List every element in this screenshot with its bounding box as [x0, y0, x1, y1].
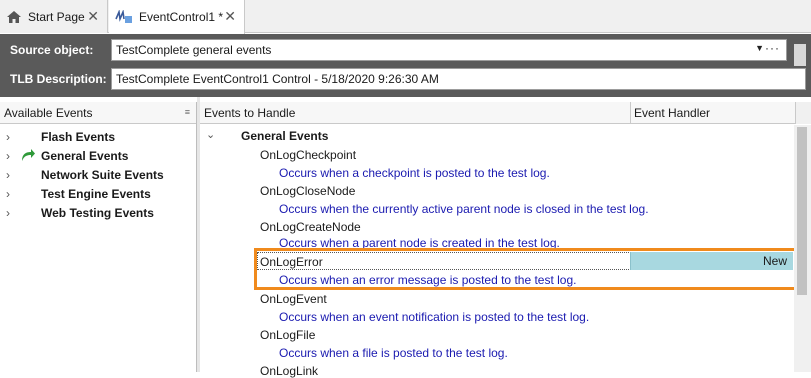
header-scrollbar[interactable]: [794, 44, 806, 66]
source-object-value: TestComplete general events: [116, 43, 272, 57]
event-handler-column-header[interactable]: Event Handler: [630, 102, 710, 124]
document-tab-strip: Start Page ✕ EventControl1 * ✕: [0, 0, 811, 34]
sort-icon[interactable]: ≡: [185, 107, 190, 117]
tree-item-label: Network Suite Events: [41, 168, 164, 182]
event-name[interactable]: OnLogCreateNode: [260, 220, 361, 234]
green-arrow-icon: [20, 148, 36, 167]
tree-item-network-suite-events[interactable]: › Network Suite Events: [0, 166, 196, 185]
events-to-handle-panel: Events to Handle Event Handler ⌄ General…: [200, 102, 811, 378]
tlb-description-value: TestComplete EventControl1 Control - 5/1…: [116, 72, 439, 86]
chevron-down-icon[interactable]: ⌄: [206, 128, 215, 141]
chevron-right-icon[interactable]: ›: [6, 149, 10, 163]
available-events-panel: Available Events ≡ › Flash Events › Gene…: [0, 102, 197, 372]
tab-start-page[interactable]: Start Page ✕: [0, 0, 108, 33]
event-name[interactable]: OnLogCloseNode: [260, 184, 355, 198]
tree-item-label: Web Testing Events: [41, 206, 154, 220]
chevron-right-icon[interactable]: ›: [6, 130, 10, 144]
event-name[interactable]: OnLogEvent: [260, 292, 327, 306]
tree-item-flash-events[interactable]: › Flash Events: [0, 128, 196, 147]
close-icon[interactable]: ✕: [224, 9, 236, 23]
vertical-scrollbar[interactable]: [794, 125, 811, 372]
tree-item-label: Test Engine Events: [41, 187, 151, 201]
chevron-right-icon[interactable]: ›: [6, 187, 10, 201]
tlb-description-row: TLB Description: TestComplete EventContr…: [0, 68, 811, 90]
event-description: Occurs when an event notification is pos…: [279, 310, 590, 324]
event-name[interactable]: OnLogFile: [260, 328, 315, 342]
chevron-down-icon[interactable]: ▼: [755, 43, 764, 53]
tree-item-label: General Events: [41, 149, 129, 163]
more-options-button[interactable]: ···: [765, 41, 780, 55]
events-to-handle-header: Events to Handle Event Handler: [200, 102, 811, 124]
chevron-right-icon[interactable]: ›: [6, 206, 10, 220]
event-handler-cell[interactable]: New: [630, 252, 793, 270]
event-name[interactable]: OnLogLink: [260, 364, 318, 378]
group-label: General Events: [241, 129, 329, 143]
source-object-row: Source object: TestComplete general even…: [0, 39, 811, 66]
event-name[interactable]: OnLogError: [260, 255, 323, 269]
available-events-title: Available Events: [4, 106, 93, 120]
events-icon: [115, 10, 133, 24]
available-events-header[interactable]: Available Events ≡: [0, 102, 196, 124]
scrollbar-thumb[interactable]: [797, 127, 807, 295]
chevron-right-icon[interactable]: ›: [6, 168, 10, 182]
tree-item-web-testing-events[interactable]: › Web Testing Events: [0, 204, 196, 223]
home-icon: [6, 10, 22, 24]
events-to-handle-title[interactable]: Events to Handle: [204, 106, 295, 120]
close-icon[interactable]: ✕: [87, 9, 99, 23]
event-description: Occurs when the currently active parent …: [279, 202, 649, 216]
event-name[interactable]: OnLogCheckpoint: [260, 148, 356, 162]
tree-item-general-events[interactable]: › General Events: [0, 147, 196, 166]
event-handler-title: Event Handler: [634, 106, 711, 120]
tree-item-test-engine-events[interactable]: › Test Engine Events: [0, 185, 196, 204]
event-description: Occurs when an error message is posted t…: [279, 273, 577, 287]
tree-item-label: Flash Events: [41, 130, 116, 144]
source-object-select[interactable]: TestComplete general events ▼ ···: [111, 39, 787, 61]
properties-band: Source object: TestComplete general even…: [0, 34, 811, 97]
header-corner: [795, 102, 811, 124]
source-object-label: Source object:: [10, 43, 94, 57]
tab-eventcontrol1-label: EventControl1 *: [139, 10, 224, 24]
event-description: Occurs when a checkpoint is posted to th…: [279, 166, 550, 180]
event-handler-value: New: [762, 254, 787, 268]
event-description: Occurs when a parent node is created in …: [279, 236, 560, 250]
event-description: Occurs when a file is posted to the test…: [279, 346, 508, 360]
tab-eventcontrol1[interactable]: EventControl1 * ✕: [109, 0, 245, 34]
tlb-description-field[interactable]: TestComplete EventControl1 Control - 5/1…: [111, 68, 806, 90]
tab-start-page-label: Start Page: [28, 9, 85, 24]
group-general-events[interactable]: ⌄ General Events: [200, 126, 794, 145]
tlb-description-label: TLB Description:: [10, 72, 107, 86]
